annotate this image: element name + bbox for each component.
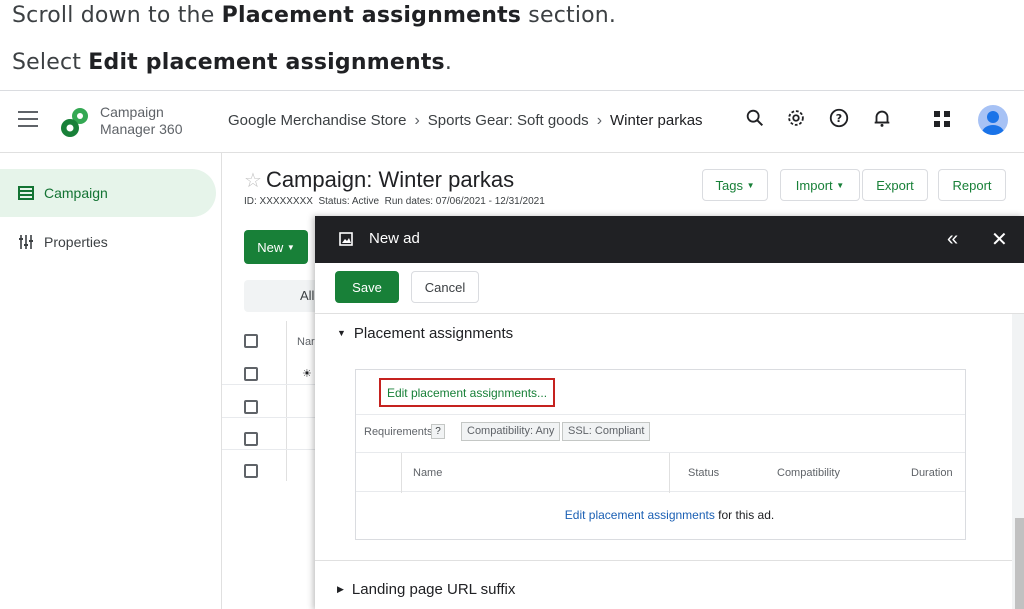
chevron-right-icon: › bbox=[414, 112, 420, 129]
breadcrumb-advertiser[interactable]: Google Merchandise Store bbox=[228, 112, 406, 129]
section-divider bbox=[315, 560, 1012, 561]
row-checkbox[interactable] bbox=[244, 367, 258, 381]
svg-text:?: ? bbox=[836, 112, 842, 125]
dialog-toolbar: Save Cancel bbox=[315, 263, 1024, 314]
apps-icon[interactable] bbox=[932, 109, 952, 129]
instruction-bold: Placement assignments bbox=[221, 3, 522, 28]
campaign-run-dates: Run dates: 07/06/2021 - 12/31/2021 bbox=[384, 196, 545, 207]
placement-assignments-panel: Edit placement assignments... Requiremen… bbox=[355, 369, 966, 540]
requirements-label: Requirements bbox=[364, 426, 433, 438]
dropdown-arrow-icon: ▼ bbox=[286, 242, 295, 252]
section-title: Landing page URL suffix bbox=[351, 581, 516, 598]
select-all-checkbox[interactable] bbox=[244, 334, 258, 348]
sidebar-item-properties[interactable]: Properties bbox=[0, 218, 216, 266]
edit-placement-assignments-link[interactable]: Edit placement assignments... bbox=[379, 378, 555, 407]
instruction-step-select: Select Edit placement assignments. bbox=[12, 50, 452, 75]
menu-icon[interactable] bbox=[18, 111, 38, 127]
instruction-text: . bbox=[444, 50, 453, 75]
dialog-title: New ad bbox=[369, 230, 420, 247]
campaign-manager-app: Campaign Manager 360 Google Merchandise … bbox=[0, 90, 1024, 609]
placements-table-header: Name Status Compatibility Duration bbox=[356, 452, 965, 493]
top-app-bar: Campaign Manager 360 Google Merchandise … bbox=[0, 91, 1024, 153]
brand-name: Campaign Manager 360 bbox=[100, 104, 183, 138]
landing-page-url-suffix-section-header[interactable]: ▶ Landing page URL suffix bbox=[337, 581, 515, 598]
breadcrumb-category[interactable]: Sports Gear: Soft goods bbox=[428, 112, 589, 129]
star-icon[interactable]: ☆ bbox=[244, 170, 262, 192]
new-button[interactable]: New ▼ bbox=[244, 230, 308, 264]
sidebar-item-campaign[interactable]: Campaign bbox=[0, 169, 216, 217]
ad-type-icon: ☀ bbox=[302, 368, 312, 380]
requirements-row: Requirements ? Compatibility: Any SSL: C… bbox=[356, 414, 965, 448]
campaign-manager-logo-icon bbox=[61, 108, 88, 137]
row-checkbox[interactable] bbox=[244, 464, 258, 478]
campaign-meta: ID: XXXXXXXX Status: Active Run dates: 0… bbox=[244, 196, 545, 207]
row-checkbox[interactable] bbox=[244, 432, 258, 446]
dialog-scrollbar-thumb[interactable] bbox=[1015, 518, 1024, 609]
dropdown-arrow-icon: ▼ bbox=[836, 180, 845, 190]
image-icon bbox=[339, 232, 353, 246]
caret-down-icon: ▼ bbox=[337, 328, 346, 338]
column-header-name: Nar bbox=[297, 336, 315, 348]
instruction-step-scroll: Scroll down to the Placement assignments… bbox=[12, 3, 616, 28]
instruction-text: section. bbox=[521, 3, 617, 28]
close-icon[interactable]: ✕ bbox=[991, 227, 1008, 252]
import-button[interactable]: Import ▼ bbox=[780, 169, 860, 201]
chevron-right-icon: › bbox=[596, 112, 603, 129]
new-ad-dialog: New ad « ✕ Save Cancel ▼ Placement assign… bbox=[315, 216, 1024, 609]
instruction-text: Select bbox=[12, 50, 89, 75]
instruction-text: Scroll down to the bbox=[12, 3, 222, 28]
cancel-button[interactable]: Cancel bbox=[411, 271, 479, 303]
search-icon[interactable] bbox=[744, 107, 766, 129]
column-header-status[interactable]: Status bbox=[688, 467, 719, 479]
campaign-status: Status: Active bbox=[318, 196, 380, 207]
placement-assignments-section-header[interactable]: ▼ Placement assignments bbox=[337, 325, 513, 342]
report-button[interactable]: Report bbox=[938, 169, 1006, 201]
column-divider bbox=[286, 321, 287, 481]
account-avatar[interactable] bbox=[978, 105, 1008, 135]
empty-state-text: for this ad. bbox=[714, 508, 775, 522]
section-title: Placement assignments bbox=[353, 325, 514, 342]
compatibility-chip: Compatibility: Any bbox=[461, 422, 561, 441]
settings-icon[interactable] bbox=[785, 107, 807, 129]
sidebar: Campaign Properties bbox=[0, 153, 222, 609]
empty-state-row: Edit placement assignments for this ad. bbox=[356, 508, 965, 522]
dialog-header: New ad « ✕ bbox=[315, 216, 1024, 263]
edit-placement-assignments-inline-link[interactable]: Edit placement assignments bbox=[565, 508, 715, 522]
export-button[interactable]: Export bbox=[862, 169, 928, 201]
column-header-compatibility[interactable]: Compatibility bbox=[777, 467, 840, 479]
column-header-duration[interactable]: Duration bbox=[911, 467, 953, 479]
help-icon[interactable]: ? bbox=[828, 107, 850, 129]
save-button[interactable]: Save bbox=[335, 271, 399, 303]
row-checkbox[interactable] bbox=[244, 400, 258, 414]
tune-icon bbox=[19, 235, 33, 249]
tags-button[interactable]: Tags ▼ bbox=[702, 169, 768, 201]
brand-line-2: Manager 360 bbox=[100, 121, 183, 137]
campaign-title: Campaign: Winter parkas bbox=[265, 167, 515, 192]
breadcrumb-campaign: Winter parkas bbox=[610, 112, 703, 129]
sidebar-item-label: Campaign bbox=[44, 185, 108, 201]
collapse-panel-icon[interactable]: « bbox=[947, 228, 958, 251]
campaign-id: ID: XXXXXXXX bbox=[244, 196, 313, 207]
notifications-icon[interactable] bbox=[871, 107, 893, 129]
ssl-chip: SSL: Compliant bbox=[562, 422, 651, 441]
requirements-help-icon[interactable]: ? bbox=[431, 424, 445, 439]
breadcrumb: Google Merchandise Store › Sports Gear: So… bbox=[228, 112, 703, 130]
page-title: ☆ Campaign: Winter parkas bbox=[244, 167, 514, 193]
column-header-name[interactable]: Name bbox=[413, 467, 442, 479]
instruction-bold: Edit placement assignments bbox=[88, 50, 445, 75]
sidebar-item-label: Properties bbox=[44, 234, 108, 250]
dropdown-arrow-icon: ▼ bbox=[746, 180, 755, 190]
brand-line-1: Campaign bbox=[100, 104, 164, 120]
table-icon bbox=[18, 186, 34, 200]
caret-right-icon: ▶ bbox=[337, 584, 344, 594]
